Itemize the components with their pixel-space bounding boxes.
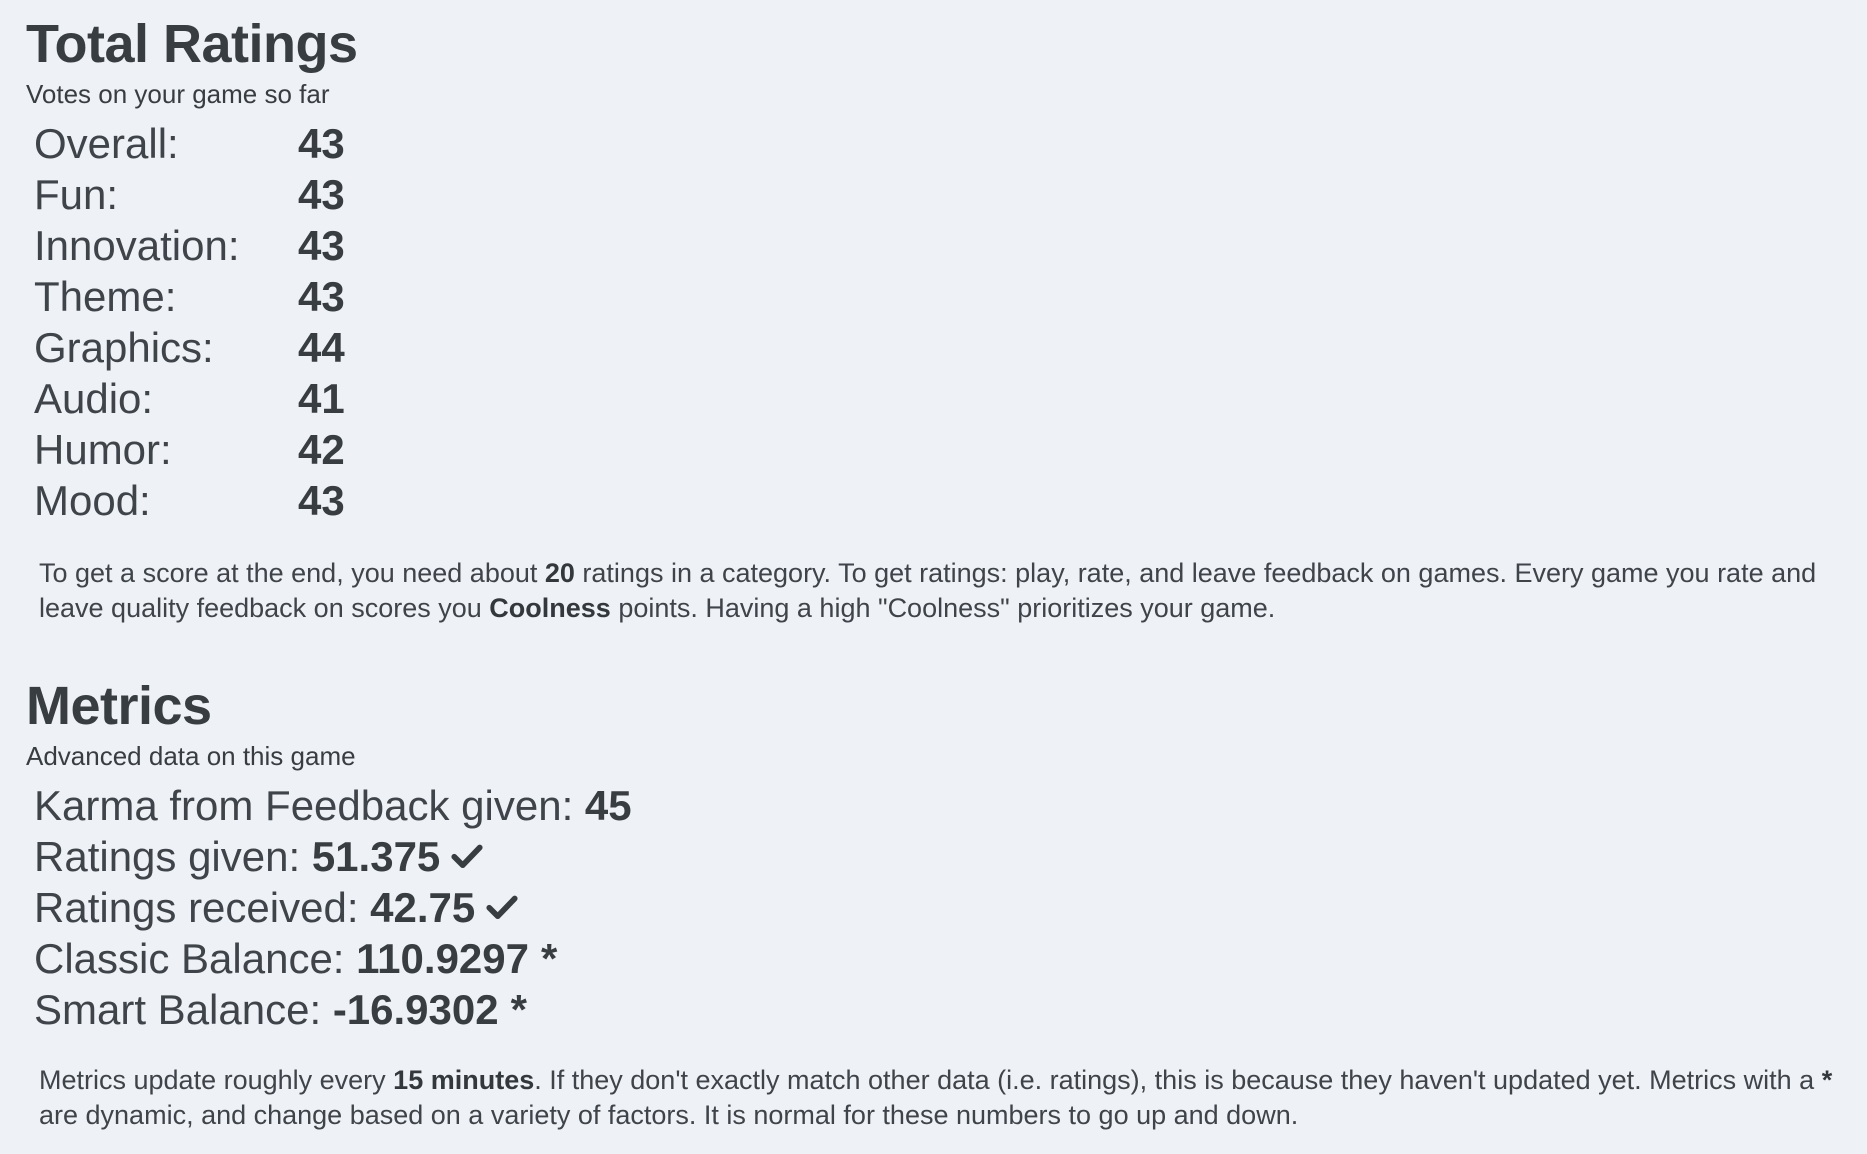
metric-label: Ratings given: bbox=[34, 833, 312, 880]
rating-row-theme: Theme: 43 bbox=[34, 271, 345, 322]
total-ratings-subtitle: Votes on your game so far bbox=[26, 79, 330, 109]
note-bold-asterisk: * bbox=[1821, 1065, 1833, 1095]
metric-row-karma: Karma from Feedback given: 45 bbox=[34, 780, 1846, 831]
metric-value: 51.375 bbox=[311, 833, 441, 880]
rating-label: Mood: bbox=[34, 477, 151, 524]
total-ratings-section: Total Ratings Votes on your game so far … bbox=[26, 10, 1846, 626]
ratings-help-note: To get a score at the end, you need abou… bbox=[39, 556, 1849, 626]
note-text: are dynamic, and change based on a varie… bbox=[39, 1100, 1299, 1130]
metric-row-ratings-given: Ratings given: 51.375 bbox=[34, 831, 1846, 882]
note-text: To get a score at the end, you need abou… bbox=[39, 558, 545, 588]
metric-label: Classic Balance: bbox=[34, 935, 357, 982]
metrics-list: Karma from Feedback given: 45 Ratings gi… bbox=[34, 780, 1846, 1035]
rating-row-mood: Mood: 43 bbox=[34, 475, 345, 526]
metric-label: Smart Balance: bbox=[34, 986, 333, 1033]
metric-row-smart-balance: Smart Balance: -16.9302 * bbox=[34, 984, 1846, 1035]
note-text: Metrics update roughly every bbox=[39, 1065, 394, 1095]
metrics-subtitle: Advanced data on this game bbox=[26, 741, 356, 771]
metric-row-ratings-received: Ratings received: 42.75 bbox=[34, 882, 1846, 933]
rating-label: Theme: bbox=[34, 273, 177, 320]
metric-value: 45 bbox=[584, 782, 632, 829]
metric-value: -16.9302 bbox=[332, 986, 499, 1033]
metric-row-classic-balance: Classic Balance: 110.9297 * bbox=[34, 933, 1846, 984]
rating-label: Innovation: bbox=[34, 222, 240, 269]
rating-row-fun: Fun: 43 bbox=[34, 169, 345, 220]
rating-value: 43 bbox=[298, 120, 345, 167]
rating-value: 44 bbox=[298, 324, 345, 371]
rating-row-graphics: Graphics: 44 bbox=[34, 322, 345, 373]
rating-value: 41 bbox=[298, 375, 345, 422]
rating-row-audio: Audio: 41 bbox=[34, 373, 345, 424]
rating-value: 42 bbox=[298, 426, 345, 473]
check-icon bbox=[486, 895, 518, 919]
dynamic-marker: * bbox=[510, 986, 527, 1033]
metric-label: Ratings received: bbox=[34, 884, 371, 931]
metrics-section: Metrics Advanced data on this game Karma… bbox=[26, 672, 1846, 1133]
rating-label: Humor: bbox=[34, 426, 172, 473]
rating-value: 43 bbox=[298, 477, 345, 524]
total-ratings-title: Total Ratings bbox=[26, 14, 358, 74]
rating-label: Overall: bbox=[34, 120, 179, 167]
note-bold-count: 20 bbox=[544, 558, 575, 588]
metric-value: 110.9297 bbox=[356, 935, 530, 982]
rating-row-overall: Overall: 43 bbox=[34, 118, 345, 169]
rating-value: 43 bbox=[298, 273, 345, 320]
rating-label: Audio: bbox=[34, 375, 154, 422]
page: Total Ratings Votes on your game so far … bbox=[0, 0, 1867, 1154]
metric-value: 42.75 bbox=[370, 884, 476, 931]
note-text: . If they don't exactly match other data… bbox=[534, 1065, 1822, 1095]
metrics-title: Metrics bbox=[26, 676, 212, 736]
dynamic-marker: * bbox=[541, 935, 558, 982]
rating-label: Graphics: bbox=[34, 324, 214, 371]
note-text: points. Having a high "Coolness" priorit… bbox=[610, 593, 1276, 623]
rating-label: Fun: bbox=[34, 171, 119, 218]
rating-value: 43 bbox=[298, 171, 345, 218]
rating-value: 43 bbox=[298, 222, 345, 269]
metrics-help-note: Metrics update roughly every 15 minutes.… bbox=[39, 1063, 1849, 1133]
ratings-table: Overall: 43 Fun: 43 Innovation: 43 Theme… bbox=[34, 118, 345, 526]
note-bold-interval: 15 minutes bbox=[393, 1065, 535, 1095]
metric-label: Karma from Feedback given: bbox=[34, 782, 585, 829]
note-bold-coolness: Coolness bbox=[489, 593, 611, 623]
rating-row-innovation: Innovation: 43 bbox=[34, 220, 345, 271]
rating-row-humor: Humor: 42 bbox=[34, 424, 345, 475]
check-icon bbox=[451, 844, 483, 868]
